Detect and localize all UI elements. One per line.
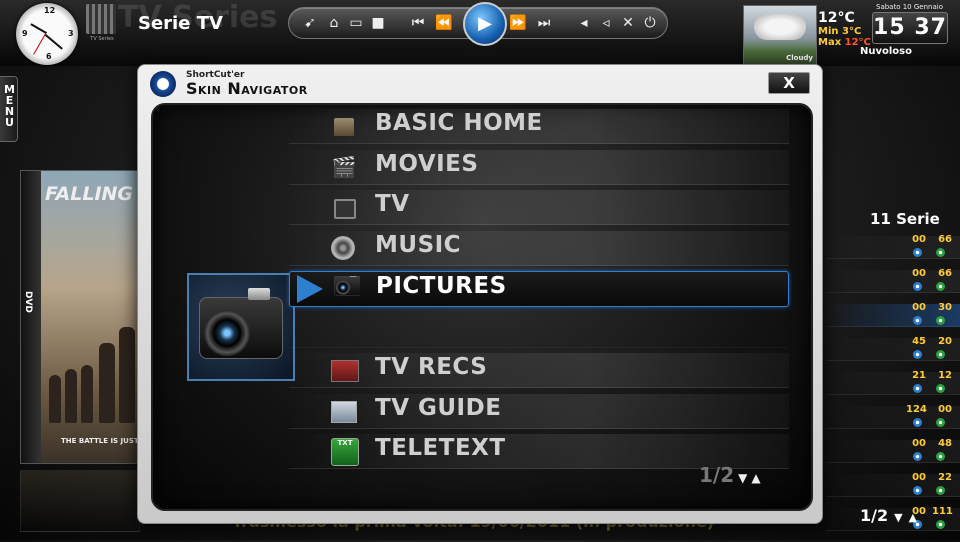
weather-image-label: Cloudy xyxy=(786,54,813,62)
volume-up-icon[interactable]: ◃ xyxy=(595,8,617,38)
unwatched-icon xyxy=(936,520,945,529)
unwatched-icon xyxy=(936,486,945,495)
list-item[interactable]: 00 48 xyxy=(826,438,960,463)
selected-item-thumbnail xyxy=(187,273,295,381)
unwatched-icon xyxy=(936,316,945,325)
min-temperature: Min 3°C xyxy=(818,26,862,37)
date-label: Sabato 10 Gennaio xyxy=(876,3,943,11)
watched-icon xyxy=(913,282,922,291)
page-up-icon[interactable]: ▲ xyxy=(751,471,760,485)
list-item[interactable]: 21 12 xyxy=(826,370,960,395)
poster-title: FALLING xyxy=(45,183,134,205)
menu-item-basic-home[interactable]: BASIC HOME xyxy=(289,109,789,144)
power-icon[interactable]: ⏻ xyxy=(639,8,661,38)
speaker-icon xyxy=(331,235,355,260)
unwatched-icon xyxy=(936,248,945,257)
page-up-icon[interactable]: ▲ xyxy=(909,511,917,524)
section-logo-caption: TV Series xyxy=(90,36,114,42)
tv-recordings-icon xyxy=(331,360,359,382)
clapperboard-icon: 🎬 xyxy=(331,154,357,179)
weather-condition: Nuvoloso xyxy=(860,46,912,57)
list-item[interactable]: 00 22 xyxy=(826,472,960,497)
window-icon[interactable]: ▭ xyxy=(345,8,367,38)
series-poster[interactable]: DVD FALLING THE BATTLE IS JUST xyxy=(20,170,140,464)
next-icon[interactable]: ⏭ xyxy=(533,8,555,38)
weather-image: Cloudy xyxy=(743,5,817,65)
play-icon[interactable]: ▶ xyxy=(463,2,507,46)
previous-icon[interactable]: ⏮ xyxy=(407,8,429,38)
poster-tagline: THE BATTLE IS JUST xyxy=(61,437,139,445)
menu-item-tv[interactable]: TV xyxy=(289,190,789,225)
shortcuter-logo-icon xyxy=(150,71,176,97)
menu-item-tv-guide[interactable]: TV GUIDE xyxy=(289,393,789,429)
cloud-icon xyxy=(754,14,806,40)
top-bar: 12 3 6 9 TV Series TV Series Serie TV ➹ … xyxy=(0,0,960,66)
dvd-badge: DVD xyxy=(23,291,33,313)
menu-item-movies[interactable]: 🎬 MOVIES xyxy=(289,149,789,185)
forward-icon[interactable]: ⏩ xyxy=(507,8,529,38)
list-item[interactable]: 00 66 xyxy=(826,234,960,259)
camera-icon xyxy=(334,276,360,300)
menu-item-music[interactable]: MUSIC xyxy=(289,230,789,266)
current-temperature: 12°C xyxy=(818,10,855,26)
list-item-selected[interactable]: 00 30 xyxy=(826,302,960,327)
skip-back-icon[interactable]: ➹ xyxy=(299,8,321,38)
page-down-icon[interactable]: ▼ xyxy=(738,471,747,485)
unwatched-icon xyxy=(936,384,945,393)
menu-item-pictures[interactable]: PICTURES xyxy=(289,271,789,307)
digital-clock: 15 37 xyxy=(872,12,948,44)
teletext-icon: TXT xyxy=(331,438,359,466)
home-icon[interactable]: ⌂ xyxy=(323,8,345,38)
house-icon xyxy=(334,118,354,136)
menu-item-tv-recs[interactable]: TV RECS xyxy=(289,353,789,388)
rewind-icon[interactable]: ⏪ xyxy=(433,8,455,38)
watched-icon xyxy=(913,384,922,393)
dialog-title: Skin Navigator xyxy=(186,79,308,98)
menu-item-empty xyxy=(289,313,789,348)
list-item[interactable]: 00 66 xyxy=(826,268,960,293)
camera-icon xyxy=(199,288,283,359)
series-pager: 1/2 ▼ ▲ xyxy=(860,506,918,525)
page-title: Serie TV xyxy=(138,13,223,34)
volume-down-icon[interactable]: ◂ xyxy=(573,8,595,38)
tv-icon xyxy=(334,199,356,219)
page-down-icon[interactable]: ▼ xyxy=(894,511,902,524)
watched-icon xyxy=(913,316,922,325)
skin-navigator-dialog: ShortCut'er Skin Navigator X BASIC HOME … xyxy=(137,64,823,524)
navigator-menu: BASIC HOME 🎬 MOVIES TV MUSIC PICTURES TV… xyxy=(289,109,789,475)
unwatched-icon xyxy=(936,418,945,427)
mute-icon[interactable]: ✕ xyxy=(617,8,639,38)
watched-icon xyxy=(913,486,922,495)
series-list: 00 66 00 66 00 30 45 20 21 12 124 00 00 48 00 22… xyxy=(826,234,960,542)
unwatched-icon xyxy=(936,350,945,359)
side-menu-label: MENU xyxy=(3,83,16,127)
watched-icon xyxy=(913,418,922,427)
analog-clock: 12 3 6 9 xyxy=(16,3,78,65)
navigator-panel: BASIC HOME 🎬 MOVIES TV MUSIC PICTURES TV… xyxy=(151,103,813,511)
dialog-pager: 1/2 ▼ ▲ xyxy=(699,463,761,487)
stop-icon[interactable]: ■ xyxy=(367,8,389,38)
selection-arrow-icon xyxy=(297,275,323,303)
list-item[interactable]: 45 20 xyxy=(826,336,960,361)
close-button[interactable]: X xyxy=(768,72,810,94)
poster-reflection xyxy=(20,470,140,532)
series-count: 11 Serie xyxy=(870,210,940,228)
side-menu-tab[interactable]: MENU xyxy=(0,76,18,142)
watched-icon xyxy=(913,452,922,461)
transport-controls: ➹ ⌂ ▭ ■ ⏮ ⏪ ▶ ⏩ ⏭ ◂ ◃ ✕ ⏻ xyxy=(288,2,668,46)
unwatched-icon xyxy=(936,452,945,461)
unwatched-icon xyxy=(936,282,945,291)
list-item[interactable]: 124 00 xyxy=(826,404,960,429)
poster-spine xyxy=(21,171,41,463)
section-logo xyxy=(86,4,116,34)
watched-icon xyxy=(913,350,922,359)
tv-guide-icon xyxy=(331,400,357,423)
watched-icon xyxy=(913,248,922,257)
